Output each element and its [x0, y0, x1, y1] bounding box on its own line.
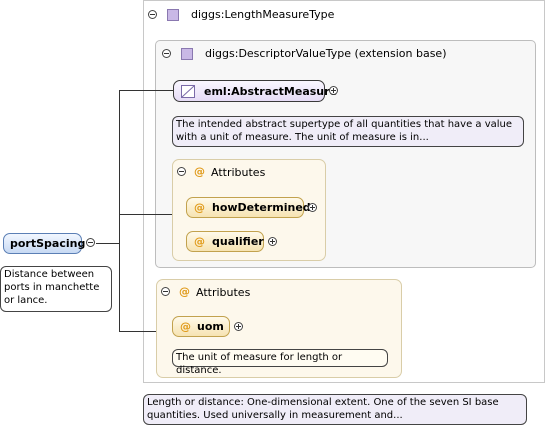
connector-abstract-measure — [119, 90, 173, 91]
type-doc-line: quantities. Used universally in measurem… — [147, 410, 403, 421]
port-spacing-doc-line: ports in manchette — [4, 282, 100, 293]
abstract-measure-doc: The intended abstract supertype of all q… — [172, 116, 524, 147]
type-title: diggs:LengthMeasureType — [191, 8, 335, 21]
attribute-icon: @ — [179, 285, 190, 298]
inner-attributes-title: Attributes — [211, 166, 266, 179]
connector-trunk — [119, 90, 120, 332]
port-spacing-doc-line: Distance between — [4, 269, 95, 280]
port-spacing-label: portSpacing — [10, 237, 86, 250]
abstract-measure-node[interactable]: eml:AbstractMeasure — [173, 80, 337, 102]
type-doc-line: Length or distance: One-dimensional exte… — [147, 397, 499, 408]
complex-type-icon — [181, 48, 193, 60]
attribute-icon: @ — [194, 165, 205, 178]
complex-type-icon — [167, 9, 179, 21]
expand-icon[interactable] — [308, 203, 317, 212]
collapse-icon[interactable] — [86, 238, 95, 247]
connector-outer-attributes — [119, 331, 156, 332]
attribute-icon: @ — [180, 320, 191, 333]
abstract-measure-doc-line: with a unit of measure. The unit of meas… — [176, 132, 429, 143]
type-doc: Length or distance: One-dimensional exte… — [143, 394, 527, 425]
collapse-icon[interactable] — [177, 167, 186, 176]
extension-title: diggs:DescriptorValueType (extension bas… — [205, 47, 447, 60]
expand-icon[interactable] — [268, 237, 277, 246]
port-spacing-doc: Distance between ports in manchette or l… — [0, 266, 112, 312]
how-determined-label: howDetermined — [212, 201, 311, 214]
outer-attributes-title: Attributes — [196, 286, 251, 299]
expand-icon[interactable] — [234, 322, 243, 331]
abstract-element-icon — [181, 85, 195, 98]
port-spacing-doc-line: or lance. — [4, 295, 48, 306]
connector-root — [96, 243, 120, 244]
qualifier-node[interactable]: @ qualifier — [186, 231, 264, 252]
uom-label: uom — [197, 320, 224, 333]
collapse-icon[interactable] — [148, 10, 157, 19]
how-determined-node[interactable]: @ howDetermined — [186, 197, 311, 218]
abstract-measure-label: eml:AbstractMeasure — [204, 85, 338, 98]
attribute-icon: @ — [194, 235, 205, 248]
connector-inner-attributes — [119, 214, 172, 215]
collapse-icon[interactable] — [161, 287, 170, 296]
port-spacing-node[interactable]: portSpacing — [3, 233, 86, 254]
expand-icon[interactable] — [329, 86, 338, 95]
abstract-measure-doc-line: The intended abstract supertype of all q… — [176, 119, 513, 130]
uom-node[interactable]: @ uom — [172, 316, 230, 337]
uom-doc: The unit of measure for length or distan… — [172, 349, 388, 376]
attribute-icon: @ — [194, 201, 205, 214]
collapse-icon[interactable] — [162, 49, 171, 58]
qualifier-label: qualifier — [212, 235, 264, 248]
